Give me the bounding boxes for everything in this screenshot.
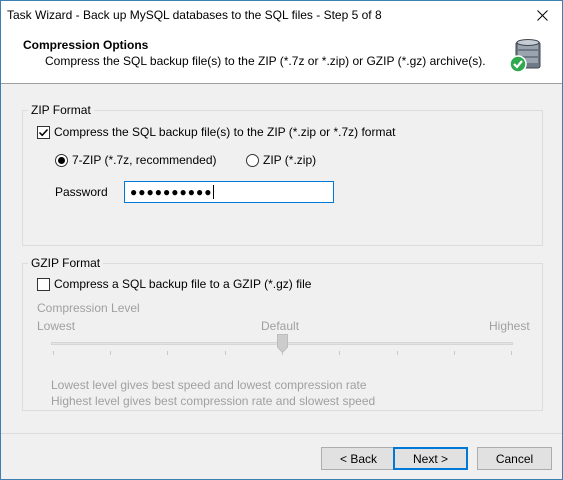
gzip-format-group-label: GZIP Format <box>28 256 104 270</box>
footer-divider <box>1 433 562 434</box>
password-label: Password <box>55 185 108 199</box>
gzip-compress-checkbox[interactable]: Compress a SQL backup file to a GZIP (*.… <box>37 277 311 291</box>
compression-level-label: Compression Level <box>37 301 140 315</box>
window-title: Task Wizard - Back up MySQL databases to… <box>7 8 382 22</box>
password-field[interactable]: ●●●●●●●●●● <box>124 181 334 203</box>
radio-unselected-icon <box>246 153 259 167</box>
radio-selected-icon <box>55 153 68 167</box>
zip-compress-checkbox[interactable]: Compress the SQL backup file(s) to the Z… <box>37 125 395 139</box>
checkbox-unchecked-icon <box>37 277 50 291</box>
level-highest-label: Highest <box>489 319 530 333</box>
next-button[interactable]: Next > <box>393 447 468 470</box>
radio-7zip-label: 7-ZIP (*.7z, recommended) <box>72 153 217 167</box>
slider-tick <box>53 351 54 355</box>
slider-tick <box>167 351 168 355</box>
back-button[interactable]: < Back <box>321 447 396 470</box>
compression-note-speed: Lowest level gives best speed and lowest… <box>51 378 367 392</box>
compression-note-rate: Highest level gives best compression rat… <box>51 394 376 408</box>
radio-zip[interactable]: ZIP (*.zip) <box>246 153 316 167</box>
radio-7zip[interactable]: 7-ZIP (*.7z, recommended) <box>55 153 217 167</box>
slider-tick <box>225 351 226 355</box>
slider-tick <box>511 351 512 355</box>
wizard-window: Task Wizard - Back up MySQL databases to… <box>0 0 563 480</box>
password-value: ●●●●●●●●●● <box>130 185 213 199</box>
gzip-compress-label: Compress a SQL backup file to a GZIP (*.… <box>54 277 312 291</box>
slider-tick <box>110 351 111 355</box>
zip-format-group-label: ZIP Format <box>28 103 94 117</box>
slider-thumb[interactable] <box>277 334 288 353</box>
cancel-button[interactable]: Cancel <box>477 447 552 470</box>
text-caret <box>213 185 215 199</box>
slider-tick <box>339 351 340 355</box>
close-icon <box>536 10 548 21</box>
wizard-header: Compression Options Compress the SQL bac… <box>1 30 562 84</box>
page-subtitle: Compress the SQL backup file(s) to the Z… <box>45 54 486 68</box>
level-default-label: Default <box>261 319 300 333</box>
title-bar: Task Wizard - Back up MySQL databases to… <box>1 1 562 30</box>
radio-zip-label: ZIP (*.zip) <box>263 153 317 167</box>
database-check-icon <box>509 39 541 73</box>
checkbox-checked-icon <box>37 125 50 139</box>
page-title: Compression Options <box>23 38 149 52</box>
close-button[interactable] <box>522 1 562 30</box>
zip-compress-label: Compress the SQL backup file(s) to the Z… <box>54 125 396 139</box>
slider-tick <box>397 351 398 355</box>
level-lowest-label: Lowest <box>37 319 76 333</box>
slider-tick <box>454 351 455 355</box>
